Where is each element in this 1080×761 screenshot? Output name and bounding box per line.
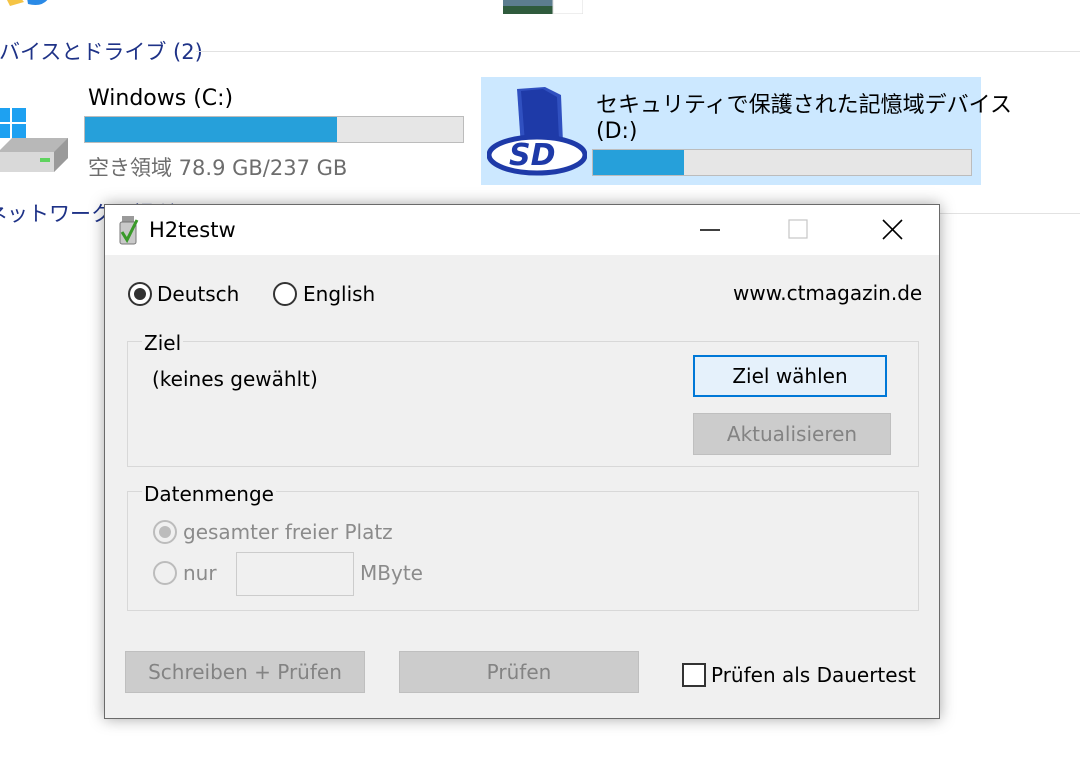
target-value: (keines gewählt) bbox=[152, 367, 318, 391]
refresh-button[interactable]: Aktualisieren bbox=[693, 413, 891, 455]
verify-button[interactable]: Prüfen bbox=[399, 651, 639, 693]
target-legend: Ziel bbox=[142, 331, 184, 355]
drive-c-usage-bar bbox=[84, 116, 464, 143]
maximize-button[interactable] bbox=[753, 205, 845, 255]
svg-text:SD: SD bbox=[509, 138, 556, 173]
radio-selected-dot bbox=[134, 288, 146, 300]
mbyte-input[interactable] bbox=[236, 552, 354, 596]
dialog-title: H2testw bbox=[149, 218, 236, 242]
drive-d-item[interactable]: SD セキュリティで保護された記憶域デバイス (D:) bbox=[481, 77, 1012, 185]
radio-all-free-space-label[interactable]: gesamter freier Platz bbox=[183, 520, 393, 544]
close-button[interactable] bbox=[847, 205, 939, 255]
minimize-button[interactable] bbox=[665, 205, 757, 255]
drive-c-item[interactable]: Windows (C:) 空き領域 78.9 GB/237 GB bbox=[0, 82, 470, 182]
radio-selected-dot bbox=[159, 526, 171, 538]
usb-stick-icon bbox=[115, 214, 141, 246]
drive-d-usage-fill bbox=[593, 150, 684, 175]
drive-c-usage-fill bbox=[85, 117, 338, 142]
drive-c-name: Windows (C:) bbox=[88, 86, 234, 111]
drive-d-usage-bar bbox=[592, 149, 972, 176]
hard-drive-icon bbox=[0, 102, 72, 184]
radio-only[interactable] bbox=[153, 561, 177, 585]
website-label: www.ctmagazin.de bbox=[733, 281, 923, 305]
write-verify-button[interactable]: Schreiben + Prüfen bbox=[125, 651, 365, 693]
radio-english[interactable] bbox=[273, 282, 297, 306]
h2testw-dialog: H2testw Deutsch English www.ctmagazin.de… bbox=[104, 204, 940, 719]
drive-c-free-space: 空き領域 78.9 GB/237 GB bbox=[88, 156, 348, 180]
sd-card-icon: SD bbox=[486, 83, 588, 183]
radio-deutsch[interactable] bbox=[128, 282, 152, 306]
drive-d-name-line1: セキュリティで保護された記憶域デバイス bbox=[596, 93, 1013, 118]
radio-only-label[interactable]: nur bbox=[183, 561, 217, 585]
radio-all-free-space[interactable] bbox=[153, 520, 177, 544]
folder-icon bbox=[0, 0, 52, 12]
select-target-button[interactable]: Ziel wählen bbox=[693, 355, 887, 397]
mbyte-unit-label: MByte bbox=[360, 561, 423, 585]
devices-group-divider bbox=[196, 51, 1080, 52]
radio-deutsch-label[interactable]: Deutsch bbox=[157, 282, 239, 306]
endless-test-checkbox[interactable] bbox=[682, 663, 706, 687]
title-bar[interactable]: H2testw bbox=[105, 205, 939, 255]
endless-test-label[interactable]: Prüfen als Dauertest bbox=[711, 663, 916, 687]
image-thumbnail-icon bbox=[503, 0, 584, 15]
radio-english-label[interactable]: English bbox=[303, 282, 375, 306]
drive-d-name-line2: (D:) bbox=[596, 119, 638, 144]
amount-legend: Datenmenge bbox=[142, 482, 276, 506]
devices-group-header[interactable]: デバイスとドライブ (2) bbox=[0, 36, 203, 66]
